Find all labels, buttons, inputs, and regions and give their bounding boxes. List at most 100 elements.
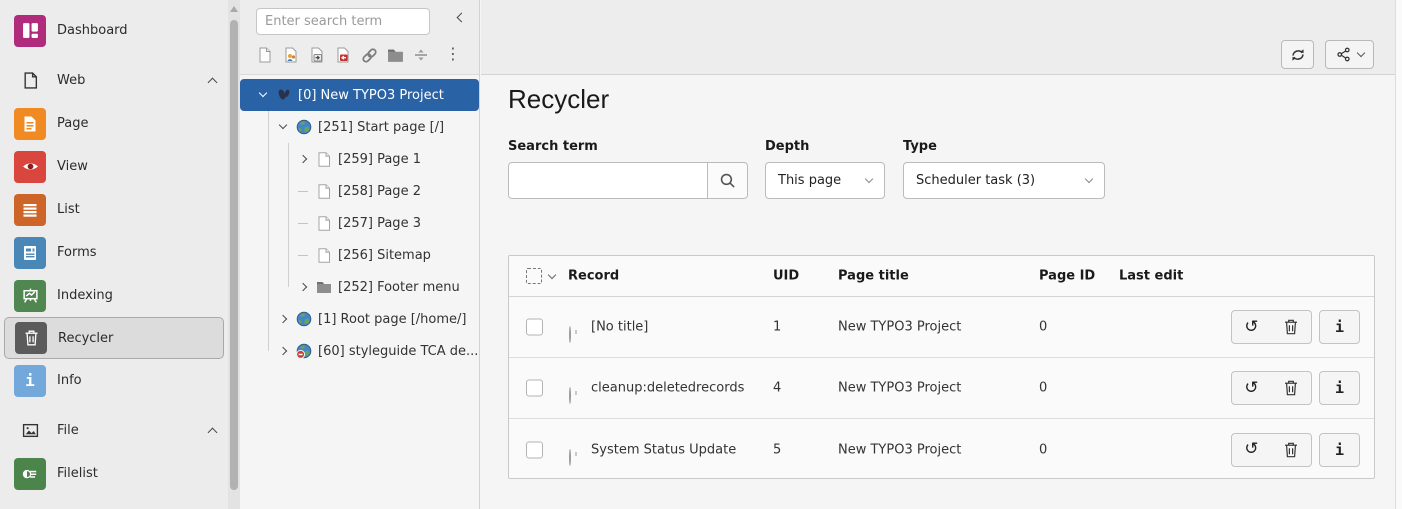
new-shortcut-page-icon[interactable] xyxy=(308,46,326,64)
tree-leaf-connector xyxy=(296,184,310,198)
chevron-down-icon xyxy=(259,89,267,97)
restore-button[interactable]: ↺ xyxy=(1231,433,1272,467)
tree-node-footer-menu[interactable]: [252] Footer menu xyxy=(240,271,479,303)
recycler-trash-icon xyxy=(15,322,47,354)
type-select[interactable]: Scheduler task (3) xyxy=(903,162,1105,199)
sidebar-item-info[interactable]: i Info xyxy=(0,359,228,402)
record-title: [No title] xyxy=(591,320,648,335)
sidebar-section-file[interactable]: File xyxy=(0,409,228,452)
chevron-up-icon[interactable] xyxy=(208,78,218,88)
tree-node-label: [252] Footer menu xyxy=(338,280,460,295)
new-page-icon[interactable] xyxy=(256,46,274,64)
typo3-logo-icon xyxy=(276,87,292,103)
tree-node-label: [60] styleguide TCA de... xyxy=(318,344,478,359)
search-icon xyxy=(719,172,736,189)
scheduler-task-icon xyxy=(569,387,571,404)
info-button[interactable]: i xyxy=(1319,433,1360,467)
tree-node-page-1[interactable]: [259] Page 1 xyxy=(240,143,479,175)
tree-node-label: [256] Sitemap xyxy=(338,248,431,263)
link-icon[interactable] xyxy=(360,46,378,64)
sidebar-item-forms[interactable]: Forms xyxy=(0,231,228,274)
tree-node-root[interactable]: [0] New TYPO3 Project xyxy=(240,79,479,111)
delete-button[interactable] xyxy=(1271,433,1312,467)
tree-search-input[interactable] xyxy=(256,8,430,35)
column-header-record[interactable]: Record xyxy=(568,269,619,284)
depth-select[interactable]: This page xyxy=(765,162,885,199)
tree-node-root-page[interactable]: [1] Root page [/home/] xyxy=(240,303,479,335)
column-header-uid[interactable]: UID xyxy=(773,269,799,284)
record-page-title: New TYPO3 Project xyxy=(838,442,961,457)
record-title: cleanup:deletedrecords xyxy=(591,381,744,396)
sidebar-item-label: Recycler xyxy=(58,331,113,346)
scrollbar-thumb[interactable] xyxy=(230,20,238,490)
restore-button[interactable]: ↺ xyxy=(1231,371,1272,405)
select-all-checkbox[interactable] xyxy=(526,268,542,284)
column-header-page-id[interactable]: Page ID xyxy=(1039,269,1095,284)
sidebar-item-label: List xyxy=(57,202,80,217)
sidebar-item-dashboard[interactable]: Dashboard xyxy=(0,9,228,52)
sidebar-section-label: File xyxy=(57,423,79,438)
content-area: Recycler Search term Depth Type This pag… xyxy=(481,0,1395,509)
sidebar-item-indexing[interactable]: Indexing xyxy=(0,274,228,317)
refresh-button[interactable] xyxy=(1281,40,1314,69)
record-uid: 5 xyxy=(773,442,781,457)
new-folder-icon[interactable] xyxy=(386,46,404,64)
sidebar-item-recycler[interactable]: Recycler xyxy=(4,317,224,359)
content-scrollbar-track[interactable] xyxy=(1395,0,1402,509)
delete-button[interactable] xyxy=(1271,310,1312,344)
search-term-input[interactable] xyxy=(508,162,708,199)
sidebar-item-label: Forms xyxy=(57,245,97,260)
tree-more-options-icon[interactable]: ⋮ xyxy=(445,44,461,63)
search-button[interactable] xyxy=(707,162,748,199)
sidebar-item-list[interactable]: List xyxy=(0,188,228,231)
depth-selected-value: This page xyxy=(778,173,858,188)
menu-separator-icon[interactable] xyxy=(412,46,430,64)
view-eye-icon xyxy=(14,151,46,183)
row-checkbox[interactable] xyxy=(526,380,543,397)
info-button[interactable]: i xyxy=(1319,310,1360,344)
sidebar-item-label: Indexing xyxy=(57,288,113,303)
record-page-id: 0 xyxy=(1039,381,1047,396)
record-page-title: New TYPO3 Project xyxy=(838,381,961,396)
sidebar-item-page[interactable]: Page xyxy=(0,102,228,145)
trash-icon xyxy=(1284,380,1298,396)
row-checkbox[interactable] xyxy=(526,319,543,336)
sidebar-section-web[interactable]: Web xyxy=(0,59,228,102)
delete-button[interactable] xyxy=(1271,371,1312,405)
list-icon xyxy=(14,194,46,226)
sidebar-item-label: Info xyxy=(57,373,82,388)
table-row: cleanup:deletedrecords 4 New TYPO3 Proje… xyxy=(509,358,1374,419)
indexing-icon xyxy=(14,280,46,312)
tree-node-page-2[interactable]: [258] Page 2 xyxy=(240,175,479,207)
sidebar-section-label: Web xyxy=(57,73,85,88)
sidebar-item-view[interactable]: View xyxy=(0,145,228,188)
selection-dropdown-chevron-icon[interactable] xyxy=(548,271,556,279)
module-menu-scrollbar[interactable] xyxy=(228,0,240,509)
page-doc-icon xyxy=(316,247,332,263)
share-button[interactable] xyxy=(1325,40,1374,69)
chevron-down-icon xyxy=(1356,48,1364,56)
record-page-id: 0 xyxy=(1039,442,1047,457)
row-checkbox[interactable] xyxy=(526,441,543,458)
record-uid: 4 xyxy=(773,381,781,396)
info-button[interactable]: i xyxy=(1319,371,1360,405)
tree-node-styleguide[interactable]: [60] styleguide TCA de... xyxy=(240,335,479,367)
tree-node-page-3[interactable]: [257] Page 3 xyxy=(240,207,479,239)
page-doc-icon xyxy=(316,151,332,167)
chevron-down-icon xyxy=(279,121,287,129)
chevron-down-icon xyxy=(865,174,873,182)
new-mountpoint-page-icon[interactable] xyxy=(334,46,352,64)
restore-button[interactable]: ↺ xyxy=(1231,310,1272,344)
forms-icon xyxy=(14,237,46,269)
chevron-up-icon[interactable] xyxy=(208,428,218,438)
tree-node-start-page[interactable]: [251] Start page [/] xyxy=(240,111,479,143)
new-backend-user-section-page-icon[interactable] xyxy=(282,46,300,64)
trash-icon xyxy=(1284,442,1298,458)
tree-node-sitemap[interactable]: [256] Sitemap xyxy=(240,239,479,271)
tree-node-label: [251] Start page [/] xyxy=(318,120,444,135)
column-header-last-edit[interactable]: Last edit xyxy=(1119,269,1183,284)
sidebar-item-filelist[interactable]: Filelist xyxy=(0,452,228,495)
collapse-tree-icon[interactable] xyxy=(457,13,467,23)
scroll-up-arrow-icon[interactable] xyxy=(230,6,238,12)
column-header-page-title[interactable]: Page title xyxy=(838,269,909,284)
